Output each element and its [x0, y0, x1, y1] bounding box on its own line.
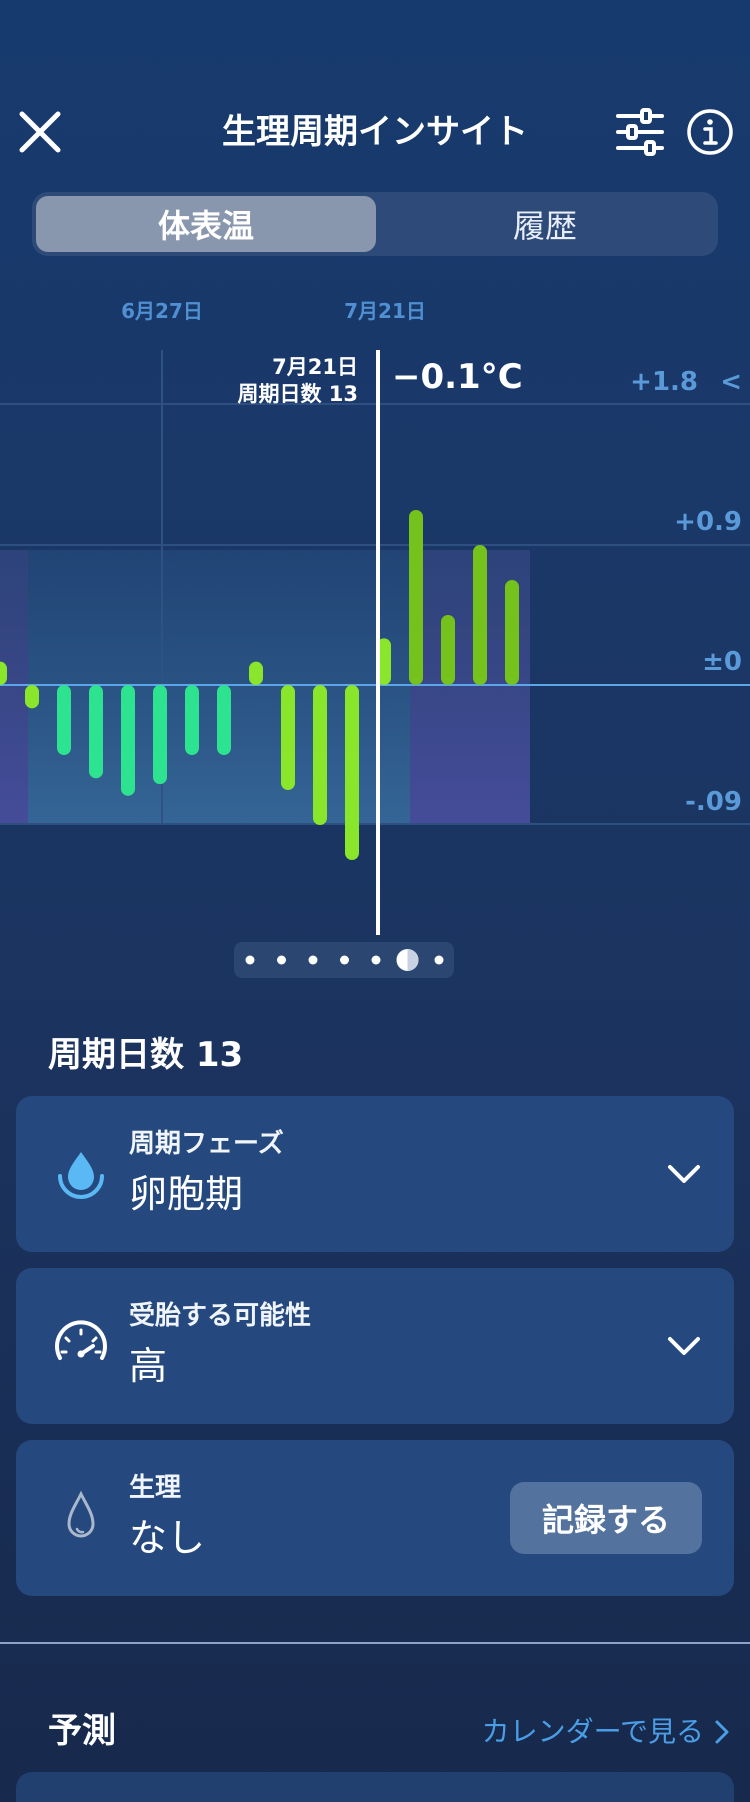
temperature-chart[interactable]: 6月27日 7月21日 +1.8 < +0.9 ±0 -.09 7月21日 周期…	[0, 290, 750, 970]
drop-outline-icon	[67, 1490, 95, 1538]
temperature-bar[interactable]	[153, 685, 167, 785]
temperature-bar[interactable]	[57, 685, 71, 755]
info-icon[interactable]	[686, 108, 734, 156]
temperature-bar[interactable]	[473, 545, 487, 685]
section-divider	[0, 1642, 750, 1644]
gauge-icon	[55, 1320, 107, 1360]
scroll-left-arrow[interactable]: <	[720, 367, 742, 397]
y-axis-label-top: +1.8 <	[630, 367, 742, 397]
page-indicator[interactable]	[234, 942, 454, 978]
temperature-bar[interactable]	[0, 661, 7, 685]
temperature-bar[interactable]	[25, 685, 39, 709]
fertility-label: 受胎する可能性	[129, 1301, 312, 1331]
page-dot[interactable]	[308, 955, 318, 965]
temperature-bar[interactable]	[249, 661, 263, 685]
cycle-phase-card[interactable]: 周期フェーズ 卵胞期	[16, 1096, 734, 1252]
chevron-down-icon[interactable]	[664, 1154, 704, 1194]
temperature-bar[interactable]	[313, 685, 327, 825]
period-label: 生理	[129, 1473, 182, 1503]
temperature-bar[interactable]	[441, 615, 455, 685]
record-button[interactable]: 記録する	[510, 1482, 702, 1554]
droplet-icon	[58, 1152, 104, 1199]
y-axis-label: -.09	[685, 787, 742, 817]
period-card: 生理 なし 記録する	[16, 1440, 734, 1596]
calendar-link-label: カレンダーで見る	[481, 1715, 704, 1748]
cycle-phase-value: 卵胞期	[129, 1172, 244, 1216]
page-dot[interactable]	[277, 955, 286, 965]
svg-text:+1.8: +1.8	[630, 367, 698, 397]
y-axis-label: +0.9	[674, 507, 742, 537]
tab-body-temperature[interactable]: 体表温	[36, 196, 376, 252]
filter-sliders-icon[interactable]	[612, 104, 668, 160]
y-axis-label: ±0	[702, 647, 742, 677]
cycle-day-heading: 周期日数 13	[48, 1035, 244, 1075]
cycle-phase-label: 周期フェーズ	[129, 1129, 284, 1159]
fertility-card[interactable]: 受胎する可能性 高	[16, 1268, 734, 1424]
date-tick-label: 6月27日	[121, 299, 203, 323]
page-dot-active-half	[407, 949, 419, 971]
date-tick-label: 7月21日	[344, 299, 426, 323]
temperature-bar[interactable]	[345, 685, 359, 860]
page-dot[interactable]	[371, 955, 381, 965]
predictions-card[interactable]	[16, 1772, 734, 1802]
period-value: なし	[129, 1516, 206, 1560]
tooltip-value: −0.1°C	[392, 357, 523, 397]
temperature-bar[interactable]	[281, 685, 295, 790]
fertility-value: 高	[129, 1344, 168, 1388]
view-in-calendar-link[interactable]: カレンダーで見る	[482, 1712, 730, 1752]
phase-band-menstrual	[0, 550, 28, 825]
predictions-heading: 予測	[48, 1711, 116, 1751]
temperature-bar[interactable]	[89, 685, 103, 779]
tab-history[interactable]: 履歴	[376, 196, 714, 252]
page-dot[interactable]	[245, 955, 255, 965]
page-dot[interactable]	[340, 955, 349, 965]
temperature-bar[interactable]	[217, 685, 231, 755]
segmented-control: 体表温 履歴	[32, 192, 718, 256]
chevron-down-icon[interactable]	[664, 1326, 704, 1366]
temperature-bar[interactable]	[409, 510, 423, 685]
tooltip-date: 7月21日	[272, 355, 358, 379]
page-dot[interactable]	[434, 955, 444, 965]
chevron-right-icon	[715, 1720, 729, 1744]
tooltip-cycle-day: 周期日数 13	[237, 382, 358, 406]
temperature-bar[interactable]	[185, 685, 199, 755]
temperature-bar[interactable]	[505, 580, 519, 685]
temperature-bar[interactable]	[121, 685, 135, 796]
